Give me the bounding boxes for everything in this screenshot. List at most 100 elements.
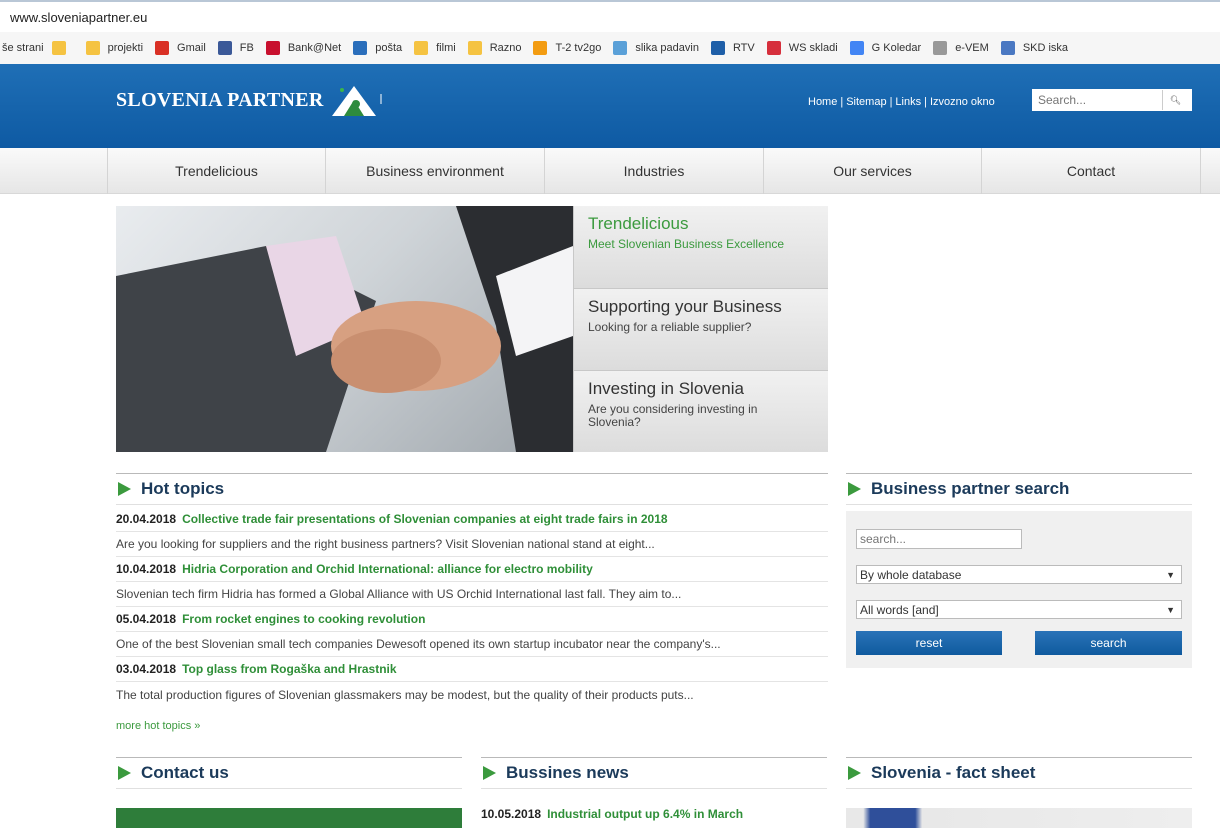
site-logo[interactable]: SLOVENIA PARTNER [116, 82, 384, 118]
nav-our-services[interactable]: Our services [763, 148, 981, 194]
bookmark-label: pošta [375, 42, 403, 54]
heading-text: Business partner search [871, 479, 1070, 498]
arrow-icon [848, 766, 861, 780]
bookmark-item[interactable]: e-VEM [933, 41, 989, 55]
folder-icon [414, 41, 429, 55]
hero-panel-subtitle: Looking for a reliable supplier? [588, 320, 752, 334]
bookmark-item[interactable]: FB [217, 41, 254, 55]
scope-value: By whole database [860, 567, 962, 582]
search-icon[interactable]: 🔍︎ [1162, 90, 1188, 110]
site-search-input[interactable] [1032, 90, 1162, 110]
hero-panel-supporting[interactable]: Supporting your Business Looking for a r… [573, 288, 828, 370]
bookmark-item[interactable]: Bank@Net [265, 41, 342, 55]
handshake-image [116, 206, 573, 452]
list-item[interactable]: 10.04.2018 Hidria Corporation and Orchid … [116, 557, 828, 582]
hero-panel-title: Supporting your Business [588, 297, 782, 316]
bookmark-item[interactable]: še strani [2, 41, 74, 55]
hero-panel-investing[interactable]: Investing in Slovenia Are you considerin… [573, 370, 828, 452]
bookmark-item[interactable]: SKD iska [1000, 41, 1069, 55]
folder-icon [467, 41, 482, 55]
news-title[interactable]: Collective trade fair presentations of S… [182, 512, 667, 526]
link-izvozno-okno[interactable]: Izvozno okno [930, 96, 995, 108]
bookmark-item[interactable]: filmi [414, 41, 456, 55]
bookmark-item[interactable]: Gmail [155, 41, 206, 55]
main-nav: Trendelicious Business environment Indus… [0, 148, 1220, 194]
arrow-icon [118, 482, 131, 496]
contact-banner[interactable] [116, 808, 462, 828]
bookmark-label: WS skladi [788, 42, 838, 54]
news-description: Are you looking for suppliers and the ri… [116, 532, 828, 557]
bookmark-item[interactable]: RTV [710, 41, 755, 55]
dropdown-arrow-icon: ▼ [1166, 569, 1175, 580]
address-bar[interactable]: www.sloveniapartner.eu [0, 0, 1220, 32]
hero-panel-trendelicious[interactable]: Trendelicious Meet Slovenian Business Ex… [573, 206, 828, 288]
link-sitemap[interactable]: Sitemap [846, 96, 886, 108]
bookmark-label: Bank@Net [287, 42, 342, 54]
folder-icon [85, 41, 100, 55]
hero-panel-subtitle: Are you considering investing in Sloveni… [588, 402, 758, 429]
nav-contact[interactable]: Contact [981, 148, 1201, 194]
news-title[interactable]: Top glass from Rogaška and Hrastnik [182, 662, 397, 676]
rtv-icon [710, 41, 725, 55]
dropdown-arrow-icon: ▼ [1166, 604, 1175, 615]
news-description: The total production figures of Slovenia… [116, 687, 694, 702]
bookmark-item[interactable]: pošta [353, 41, 402, 55]
nav-trendelicious[interactable]: Trendelicious [107, 148, 325, 194]
news-description: One of the best Slovenian small tech com… [116, 632, 828, 657]
tv-icon [533, 41, 548, 55]
bookmark-label: G Koledar [871, 42, 922, 54]
nav-business-environment[interactable]: Business environment [325, 148, 544, 194]
link-links[interactable]: Links [895, 96, 921, 108]
bookmark-item[interactable]: slika padavin [613, 41, 699, 55]
bookmark-label: slika padavin [635, 42, 699, 54]
bank-icon [265, 41, 280, 55]
link-home[interactable]: Home [808, 96, 837, 108]
list-item[interactable]: 10.05.2018 Industrial output up 6.4% in M… [481, 807, 743, 821]
mail-icon [353, 41, 368, 55]
partner-search-heading: Business partner search [846, 473, 1192, 505]
arrow-icon [118, 766, 131, 780]
bookmark-label: e-VEM [955, 42, 989, 54]
hero-panel-title: Trendelicious [588, 214, 689, 233]
list-item[interactable]: 03.04.2018 Top glass from Rogaška and Hra… [116, 657, 828, 682]
bookmark-label: še strani [2, 42, 44, 54]
site-header: SLOVENIA PARTNER Home | Sitemap | Links | Izvo… [0, 64, 1220, 148]
news-date: 10.04.2018 [116, 562, 177, 576]
bookmark-item[interactable]: WS skladi [766, 41, 838, 55]
nav-industries[interactable]: Industries [544, 148, 763, 194]
news-title[interactable]: Hidria Corporation and Orchid Internatio… [182, 562, 593, 576]
hero-banner: Trendelicious Meet Slovenian Business Ex… [116, 206, 828, 452]
fact-sheet-heading: Slovenia - fact sheet [846, 757, 1192, 789]
bookmark-label: T-2 tv2go [555, 42, 602, 54]
page-icon [933, 41, 948, 55]
bookmark-label: SKD iska [1022, 42, 1069, 54]
news-title[interactable]: Industrial output up 6.4% in March [547, 807, 743, 821]
reset-button[interactable]: reset [856, 631, 1002, 655]
heading-text: Bussines news [506, 763, 629, 782]
bookmark-item[interactable]: T-2 tv2go [533, 41, 601, 55]
news-date: 10.05.2018 [481, 807, 542, 821]
scope-select[interactable]: By whole database ▼ [856, 565, 1182, 584]
heading-text: Slovenia - fact sheet [871, 763, 1036, 782]
bookmark-label: RTV [732, 42, 755, 54]
news-description: Slovenian tech firm Hidria has formed a … [116, 582, 828, 607]
bookmark-item[interactable]: G Koledar [849, 41, 922, 55]
site-search: 🔍︎ [1032, 89, 1192, 111]
search-button[interactable]: search [1035, 631, 1182, 655]
news-date: 05.04.2018 [116, 612, 177, 626]
hot-topics-heading: Hot topics [116, 473, 828, 505]
more-hot-topics-link[interactable]: more hot topics » [116, 720, 200, 732]
news-title[interactable]: From rocket engines to cooking revolutio… [182, 612, 425, 626]
bookmark-label: Razno [489, 42, 522, 54]
fact-sheet-image[interactable] [846, 808, 1192, 828]
bookmark-label: filmi [436, 42, 456, 54]
list-item[interactable]: 20.04.2018 Collective trade fair presenta… [116, 507, 828, 532]
ws-icon [766, 41, 781, 55]
list-item[interactable]: 05.04.2018 From rocket engines to cooking… [116, 607, 828, 632]
mode-select[interactable]: All words [and] ▼ [856, 600, 1182, 619]
weather-icon [613, 41, 628, 55]
partner-search-input[interactable] [856, 529, 1022, 549]
contact-heading: Contact us [116, 757, 462, 789]
bookmark-item[interactable]: projekti [85, 41, 143, 55]
bookmark-item[interactable]: Razno [467, 41, 522, 55]
